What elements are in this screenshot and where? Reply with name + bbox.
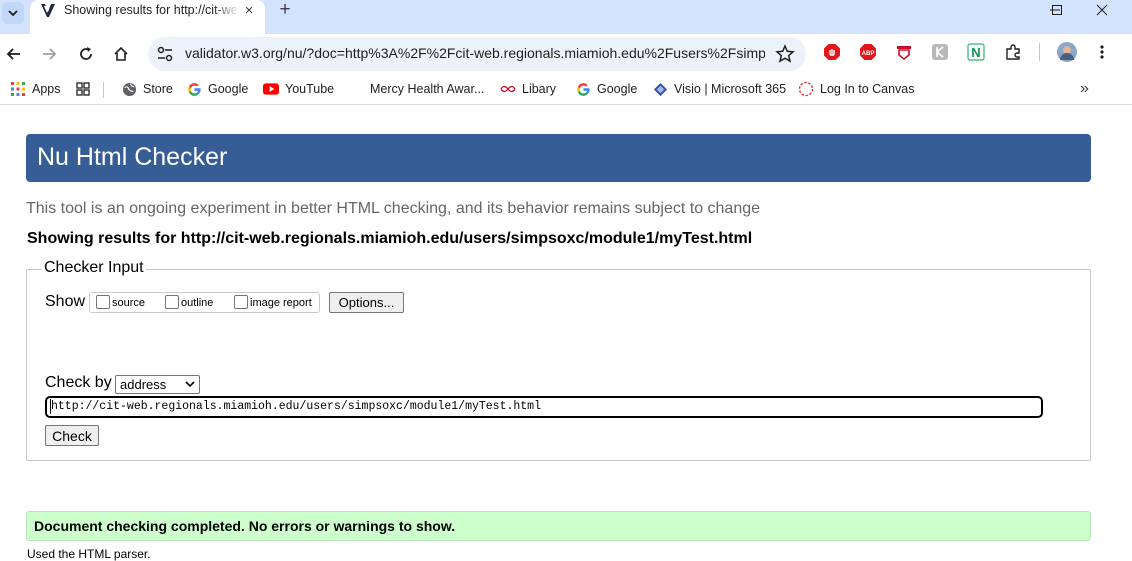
image-report-checkbox[interactable] — [234, 295, 248, 309]
bookmark-label: Libary — [522, 82, 557, 96]
bookmark-visio[interactable]: Visio | Microsoft 365 — [652, 79, 786, 99]
active-tab[interactable]: Showing results for http://cit-web.regio… — [30, 0, 265, 34]
site-info-icon[interactable] — [156, 45, 174, 63]
image-report-label[interactable]: image report — [250, 297, 312, 309]
results-heading: Showing results for http://cit-web.regio… — [27, 230, 753, 247]
adblock-extension-icon[interactable] — [823, 43, 841, 61]
bookmark-label: Google — [597, 82, 638, 96]
kebab-menu-icon[interactable] — [1093, 43, 1111, 61]
page-title: Nu Html Checker — [37, 143, 228, 171]
tab-strip: Showing results for http://cit-web.regio… — [0, 0, 1132, 34]
bookmark-youtube[interactable]: YouTube — [263, 79, 334, 99]
chevron-down-icon — [185, 381, 195, 388]
extension-shield-icon[interactable] — [895, 43, 913, 61]
page-content: Nu Html Checker This tool is an ongoing … — [0, 105, 1132, 561]
extension-n-label: N — [971, 45, 980, 60]
extensions-puzzle-icon[interactable] — [1004, 43, 1022, 61]
reload-icon[interactable] — [72, 40, 100, 68]
youtube-icon — [263, 81, 279, 97]
canvas-icon — [798, 81, 814, 97]
toolbar-divider — [1039, 43, 1040, 61]
library-icon — [500, 81, 516, 97]
bookmark-label: Google — [208, 82, 249, 96]
bookmark-canvas[interactable]: Log In to Canvas — [798, 79, 915, 99]
chevron-down-icon — [8, 10, 18, 17]
bookmark-label: Store — [143, 82, 173, 96]
bookmark-tab-groups[interactable] — [75, 79, 97, 99]
show-options-group: source outline image report — [89, 292, 320, 313]
bookmarks-divider — [103, 82, 104, 98]
tab-search-button[interactable] — [2, 2, 24, 24]
bookmark-mercy-health[interactable]: Mercy Health Awar... — [370, 79, 484, 99]
adblock-plus-extension-icon[interactable]: ABP — [859, 43, 877, 61]
bookmark-label: Log In to Canvas — [820, 82, 915, 96]
check-by-value: address — [120, 377, 167, 392]
close-window-icon[interactable] — [1079, 0, 1125, 20]
parser-note: Used the HTML parser. — [27, 547, 151, 561]
w3c-validator-favicon-icon — [41, 4, 55, 17]
check-by-select[interactable]: address — [115, 375, 200, 394]
source-label[interactable]: source — [112, 297, 145, 309]
tab-groups-icon — [75, 81, 91, 97]
show-label: Show — [45, 293, 86, 310]
check-by-label: Check by — [45, 374, 112, 391]
profile-avatar[interactable] — [1057, 42, 1077, 62]
success-message: Document checking completed. No errors o… — [34, 518, 456, 534]
back-arrow-icon[interactable] — [0, 40, 28, 68]
browser-toolbar: validator.w3.org/nu/?doc=http%3A%2F%2Fci… — [0, 34, 1132, 74]
outline-label[interactable]: outline — [181, 297, 213, 309]
visio-icon — [652, 81, 668, 97]
checker-input-legend: Checker Input — [42, 259, 146, 277]
bookmark-google-1[interactable]: Google — [186, 79, 248, 99]
source-checkbox[interactable] — [96, 295, 110, 309]
bookmarks-bar: Apps Store Google YouTube Mercy Health A… — [0, 74, 1132, 105]
extension-gray-icon[interactable] — [931, 43, 949, 61]
extension-n-icon[interactable]: N — [967, 43, 985, 61]
new-tab-button[interactable]: + — [274, 0, 296, 20]
bookmark-label: Apps — [32, 82, 61, 96]
maximize-icon[interactable] — [1034, 0, 1080, 20]
page-header: Nu Html Checker — [26, 134, 1091, 182]
tagline: This tool is an ongoing experiment in be… — [26, 200, 761, 217]
address-bar-url[interactable]: validator.w3.org/nu/?doc=http%3A%2F%2Fci… — [185, 45, 765, 61]
bookmarks-overflow-icon[interactable]: » — [1080, 80, 1089, 98]
document-url-value: http://cit-web.regionals.miamioh.edu/use… — [51, 400, 541, 413]
google-g-icon — [575, 81, 591, 97]
tab-close-icon[interactable]: × — [240, 1, 258, 19]
address-bar[interactable]: validator.w3.org/nu/?doc=http%3A%2F%2Fci… — [148, 37, 806, 71]
bookmark-star-icon[interactable] — [774, 43, 796, 65]
adblock-plus-label: ABP — [862, 51, 875, 57]
bookmark-apps[interactable]: Apps — [10, 79, 61, 99]
bookmark-google-2[interactable]: Google — [575, 79, 637, 99]
globe-icon — [121, 81, 137, 97]
bookmark-libary[interactable]: Libary — [500, 79, 556, 99]
tab-title: Showing results for http://cit-web.regio… — [64, 3, 240, 17]
forward-arrow-icon[interactable] — [35, 40, 63, 68]
bookmark-label: Visio | Microsoft 365 — [674, 82, 787, 96]
success-message-box: Document checking completed. No errors o… — [26, 511, 1091, 541]
bookmark-label: Mercy Health Awar... — [370, 82, 485, 96]
apps-grid-icon — [10, 81, 26, 97]
document-url-input[interactable]: http://cit-web.regionals.miamioh.edu/use… — [45, 396, 1043, 418]
home-icon[interactable] — [107, 40, 135, 68]
check-button[interactable]: Check — [45, 425, 99, 446]
bookmark-label: YouTube — [285, 82, 335, 96]
outline-checkbox[interactable] — [165, 295, 179, 309]
bookmark-store[interactable]: Store — [121, 79, 173, 99]
options-button[interactable]: Options... — [329, 292, 404, 313]
google-g-icon — [186, 81, 202, 97]
